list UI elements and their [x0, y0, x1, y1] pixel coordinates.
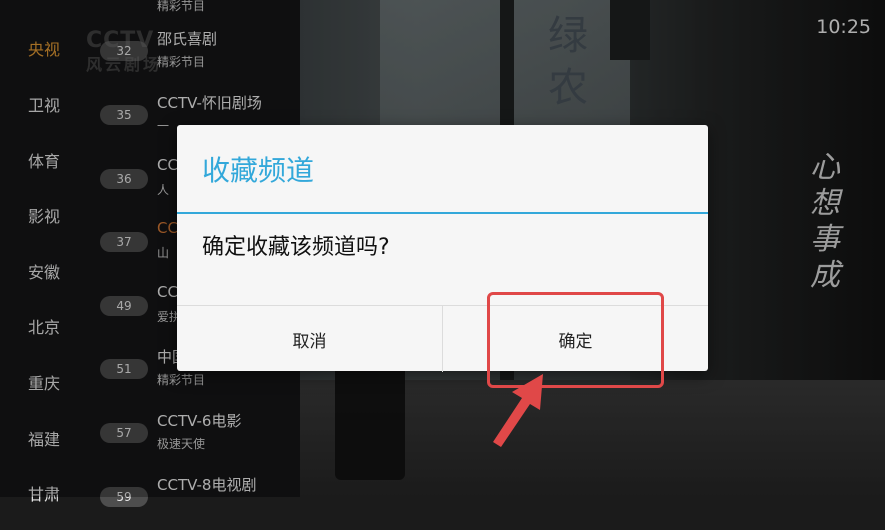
- dialog-title: 收藏频道: [202, 154, 315, 187]
- cancel-button[interactable]: 取消: [177, 306, 443, 372]
- dialog-divider: [177, 212, 708, 214]
- dialog-message: 确定收藏该频道吗?: [202, 235, 390, 260]
- confirm-highlight-box: [487, 292, 664, 388]
